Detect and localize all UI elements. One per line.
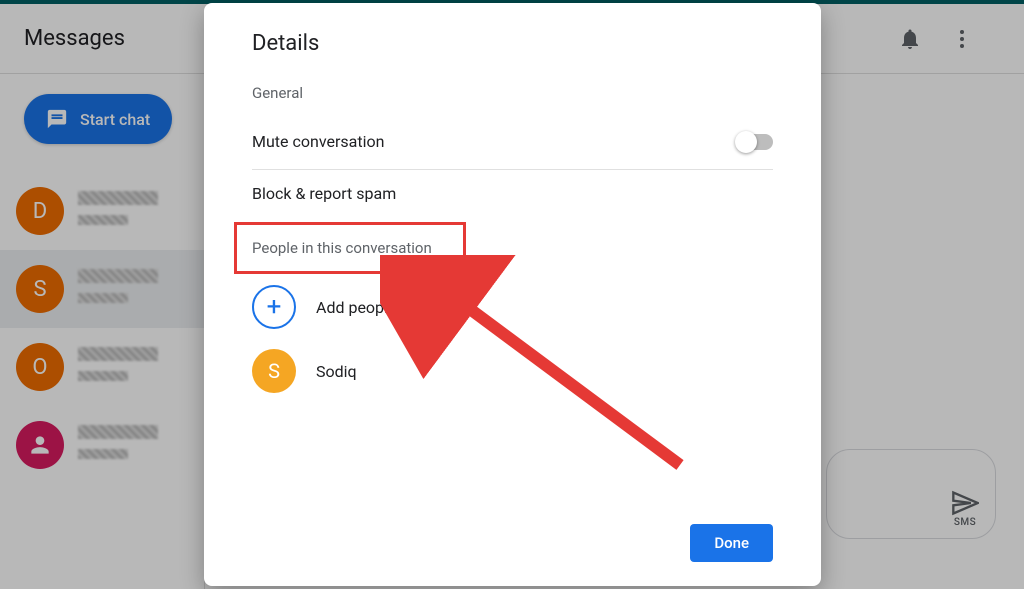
block-label: Block & report spam [252, 184, 396, 203]
section-label-people: People in this conversation [252, 239, 773, 257]
contact-row[interactable]: S Sodiq [252, 339, 773, 403]
add-people-label: Add people [316, 298, 396, 317]
contact-avatar: S [252, 349, 296, 393]
done-button[interactable]: Done [690, 524, 773, 562]
mute-conversation-row[interactable]: Mute conversation [252, 120, 773, 170]
block-report-spam-button[interactable]: Block & report spam [252, 170, 773, 217]
done-label: Done [714, 534, 749, 552]
section-label-general: General [252, 84, 773, 102]
plus-icon: + [252, 285, 296, 329]
mute-toggle[interactable] [737, 134, 773, 150]
add-people-button[interactable]: + Add people [252, 275, 773, 339]
mute-label: Mute conversation [252, 132, 384, 151]
dialog-title: Details [252, 31, 773, 56]
dialog-footer: Done [252, 524, 773, 562]
details-dialog: Details General Mute conversation Block … [204, 3, 821, 586]
contact-name: Sodiq [316, 362, 357, 381]
toggle-knob [735, 131, 757, 153]
